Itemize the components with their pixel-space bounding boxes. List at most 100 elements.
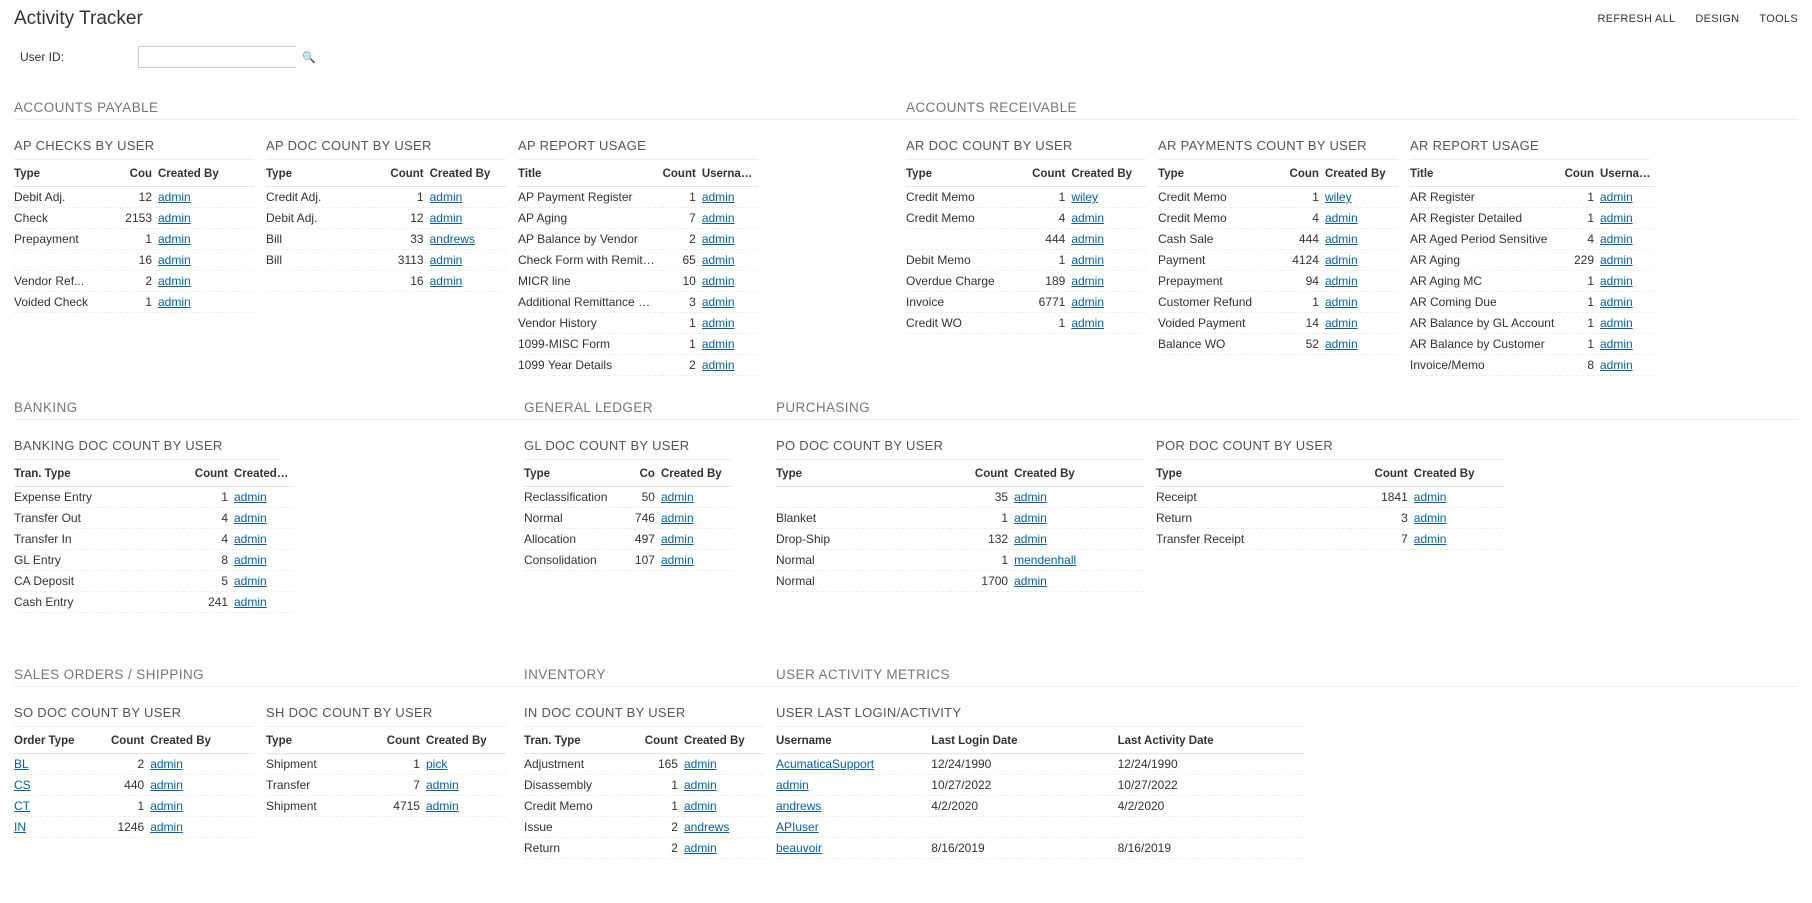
sh_doc-header-c1[interactable]: Type — [266, 729, 369, 754]
ar_report-link[interactable]: admin — [1600, 337, 1633, 351]
ar_pay-link[interactable]: admin — [1325, 211, 1358, 225]
sh_doc-link[interactable]: pick — [426, 757, 447, 771]
in_doc-header-c1[interactable]: Tran. Type — [524, 729, 638, 754]
ap_checks-header-c1[interactable]: Type — [14, 162, 110, 187]
sh_doc-link[interactable]: admin — [426, 778, 459, 792]
po_doc-link[interactable]: admin — [1014, 511, 1047, 525]
ar_doc-link[interactable]: admin — [1071, 211, 1104, 225]
bank_doc-link[interactable]: admin — [234, 595, 267, 609]
ar_report-link[interactable]: admin — [1600, 274, 1633, 288]
so_doc-header-c1[interactable]: Order Type — [14, 729, 79, 754]
ar_report-header-c3[interactable]: Username — [1600, 162, 1655, 187]
ar_pay-link[interactable]: wiley — [1325, 190, 1352, 204]
ap_doc-link[interactable]: admin — [430, 211, 463, 225]
so_doc-header-c2[interactable]: Count — [79, 729, 150, 754]
ap_checks-link[interactable]: admin — [158, 295, 191, 309]
ap_checks-link[interactable]: admin — [158, 232, 191, 246]
ar_doc-header-c1[interactable]: Type — [906, 162, 1023, 187]
ap_doc-link[interactable]: admin — [430, 274, 463, 288]
gl_doc-link[interactable]: admin — [661, 553, 694, 567]
ar_report-link[interactable]: admin — [1600, 358, 1633, 372]
po_doc-link[interactable]: admin — [1014, 532, 1047, 546]
bank_doc-link[interactable]: admin — [234, 511, 267, 525]
po_doc-link[interactable]: admin — [1014, 490, 1047, 504]
ap_report-link[interactable]: admin — [702, 316, 735, 330]
ap_checks-link[interactable]: admin — [158, 253, 191, 267]
ap_report-link[interactable]: admin — [702, 337, 735, 351]
bank_doc-link[interactable]: admin — [234, 490, 267, 504]
user_login-link[interactable]: andrews — [776, 799, 821, 813]
ap_doc-header-c2[interactable]: Count — [375, 162, 430, 187]
bank_doc-header-c2[interactable]: Count — [184, 462, 234, 487]
gl_doc-link[interactable]: admin — [661, 490, 694, 504]
ar_report-link[interactable]: admin — [1600, 190, 1633, 204]
po_doc-header-c1[interactable]: Type — [776, 462, 949, 487]
bank_doc-header-c1[interactable]: Tran. Type — [14, 462, 184, 487]
ap_report-link[interactable]: admin — [702, 358, 735, 372]
ar_pay-header-c3[interactable]: Created By — [1325, 162, 1398, 187]
so_doc-link[interactable]: CT — [14, 799, 30, 813]
ar_report-link[interactable]: admin — [1600, 316, 1633, 330]
in_doc-link[interactable]: andrews — [684, 820, 729, 834]
ar_pay-link[interactable]: admin — [1325, 274, 1358, 288]
ap_checks-link[interactable]: admin — [158, 211, 191, 225]
so_doc-link[interactable]: CS — [14, 778, 31, 792]
so_doc-link[interactable]: admin — [150, 799, 183, 813]
ap_report-header-c1[interactable]: Title — [518, 162, 661, 187]
ar_doc-link[interactable]: wiley — [1071, 190, 1098, 204]
so_doc-header-c3[interactable]: Created By — [150, 729, 254, 754]
user_login-header-c1[interactable]: Username — [776, 729, 931, 754]
po_doc-header-c3[interactable]: Created By — [1014, 462, 1144, 487]
por_doc-header-c1[interactable]: Type — [1156, 462, 1349, 487]
user_login-link[interactable]: beauvoir — [776, 841, 822, 855]
sh_doc-header-c3[interactable]: Created By — [426, 729, 506, 754]
ar_doc-link[interactable]: admin — [1071, 274, 1104, 288]
so_doc-link[interactable]: admin — [150, 778, 183, 792]
gl_doc-header-c2[interactable]: Co — [625, 462, 661, 487]
in_doc-link[interactable]: admin — [684, 841, 717, 855]
user-id-input[interactable] — [139, 47, 302, 67]
ap_checks-link[interactable]: admin — [158, 274, 191, 288]
ar_pay-header-c2[interactable]: Coun — [1283, 162, 1325, 187]
design-button[interactable]: DESIGN — [1695, 13, 1739, 25]
in_doc-header-c2[interactable]: Count — [638, 729, 684, 754]
ap_checks-link[interactable]: admin — [158, 190, 191, 204]
in_doc-link[interactable]: admin — [684, 757, 717, 771]
gl_doc-header-c1[interactable]: Type — [524, 462, 625, 487]
ar_doc-header-c3[interactable]: Created By — [1071, 162, 1146, 187]
ar_report-link[interactable]: admin — [1600, 232, 1633, 246]
ap_report-header-c2[interactable]: Count — [661, 162, 702, 187]
user_login-header-c2[interactable]: Last Login Date — [931, 729, 1117, 754]
por_doc-link[interactable]: admin — [1414, 490, 1447, 504]
ap_doc-header-c1[interactable]: Type — [266, 162, 375, 187]
user_login-link[interactable]: AcumaticaSupport — [776, 757, 874, 771]
user_login-link[interactable]: admin — [776, 778, 809, 792]
ar_doc-link[interactable]: admin — [1071, 316, 1104, 330]
ar_doc-link[interactable]: admin — [1071, 232, 1104, 246]
ap_doc-link[interactable]: admin — [430, 253, 463, 267]
por_doc-header-c3[interactable]: Created By — [1414, 462, 1504, 487]
so_doc-link[interactable]: admin — [150, 820, 183, 834]
user_login-link[interactable]: APIuser — [776, 820, 819, 834]
por_doc-header-c2[interactable]: Count — [1349, 462, 1413, 487]
gl_doc-link[interactable]: admin — [661, 511, 694, 525]
ap_report-link[interactable]: admin — [702, 211, 735, 225]
ar_report-header-c1[interactable]: Title — [1410, 162, 1560, 187]
in_doc-link[interactable]: admin — [684, 799, 717, 813]
po_doc-header-c2[interactable]: Count — [949, 462, 1014, 487]
bank_doc-link[interactable]: admin — [234, 553, 267, 567]
ar_doc-link[interactable]: admin — [1071, 295, 1104, 309]
po_doc-link[interactable]: mendenhall — [1014, 553, 1076, 567]
po_doc-link[interactable]: admin — [1014, 574, 1047, 588]
ar_doc-link[interactable]: admin — [1071, 253, 1104, 267]
ar_report-link[interactable]: admin — [1600, 253, 1633, 267]
in_doc-link[interactable]: admin — [684, 778, 717, 792]
por_doc-link[interactable]: admin — [1414, 511, 1447, 525]
ap_report-link[interactable]: admin — [702, 253, 735, 267]
ar_pay-link[interactable]: admin — [1325, 337, 1358, 351]
gl_doc-header-c3[interactable]: Created By — [661, 462, 732, 487]
ar_doc-header-c2[interactable]: Count — [1023, 162, 1071, 187]
search-icon[interactable]: 🔍 — [302, 51, 316, 64]
ar_pay-link[interactable]: admin — [1325, 316, 1358, 330]
gl_doc-link[interactable]: admin — [661, 532, 694, 546]
